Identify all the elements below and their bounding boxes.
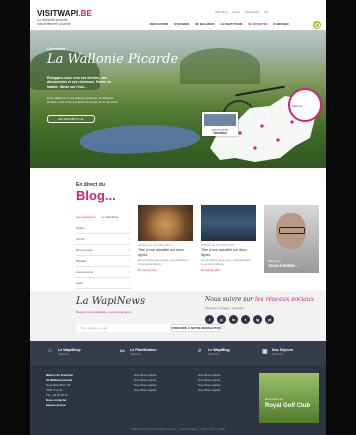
footer-link[interactable]: Nos offres rapides	[134, 373, 157, 377]
footer-legal: © Maison du Tourisme de Wallonie picarde…	[130, 428, 226, 431]
search-icon[interactable]	[313, 21, 321, 29]
post-title[interactable]: Titre d'une actualité sur deux lignes	[201, 248, 256, 257]
featured-portrait-card[interactable]: Rencontre JEAN-PIERRE...	[264, 205, 319, 273]
footer-link[interactable]: Nos offres rapides	[198, 378, 221, 382]
golf-promo-title: Royal Golf Club	[265, 403, 310, 409]
footer-link[interactable]: Nos offres rapides	[134, 383, 157, 387]
nav-item-se-balader[interactable]: SE BALADER	[195, 22, 215, 26]
post-image	[138, 205, 193, 241]
left-backdrop	[0, 0, 30, 435]
linkedin-icon[interactable]: in	[229, 315, 238, 324]
hero-kicker: Découvrir	[47, 46, 66, 51]
site-footer: ⌂ Le WapiShop Découvrir ✂ Le Planificateur D…	[30, 341, 326, 435]
blog-post-card[interactable]: PUBLIÉ LE 21 AVRIL 2017 Titre d'une actu…	[201, 205, 256, 272]
footer-link[interactable]: Nos offres rapides	[198, 388, 221, 392]
footer-shortcut-planner[interactable]: ✂ Le Planificateur Découvrir	[120, 348, 157, 356]
blog-post-card[interactable]: PUBLIÉ LE 29 AVRIL 2017 Titre d'une actu…	[138, 205, 193, 272]
newsletter-title: La WapiNews	[76, 296, 146, 307]
glasses-shape	[279, 227, 305, 234]
map-pin-label: Vous ici	[292, 104, 303, 108]
footer-links-column: Nos offres rapides Nos offres rapides No…	[198, 373, 221, 393]
golf-promo-banner[interactable]: Découvrez le Royal Golf Club	[259, 373, 319, 423]
post-excerpt: Et vel debitur quae ipsos, accullaceaque…	[138, 258, 189, 266]
map-city-card[interactable]: DÉCOUVRIR TOURNAI	[202, 112, 238, 136]
social-title: Nous suivre sur les réseaux sociaux	[205, 296, 315, 303]
youtube-icon[interactable]: yt	[265, 315, 274, 324]
hero-body: Entre Hainaut et ses villages typiques, …	[47, 96, 119, 104]
site-header: VISITWAPI.BE La Wallonie picarde naturell…	[30, 0, 326, 30]
facebook-icon[interactable]: f	[205, 315, 214, 324]
nav-item-wapi-tour[interactable]: LE WAPI TOUR	[221, 22, 243, 26]
nav-item-sevader[interactable]: S'ÉVADER	[174, 22, 189, 26]
stays-icon: ▣	[262, 349, 268, 355]
tab-wapiblog[interactable]: Le Wapiblog	[102, 215, 119, 219]
category-item[interactable]: Nature	[76, 223, 131, 234]
language-switch[interactable]: FR	[264, 10, 268, 14]
category-item[interactable]: Balades	[76, 256, 131, 267]
pinterest-icon[interactable]: p	[217, 315, 226, 324]
newsletter-subtitle: Recevez nos actualités, nos événements..…	[76, 310, 134, 314]
blog-search-icon: ⌕	[198, 348, 202, 354]
planner-icon: ✂	[120, 349, 126, 355]
footer-shortcut-shop[interactable]: ⌂ Le WapiShop Découvrir	[48, 348, 81, 356]
instagram-icon[interactable]: ig	[253, 315, 262, 324]
post-title[interactable]: Titre d'une actualité sur deux lignes	[138, 248, 193, 257]
tab-categories[interactable]: Les catégories	[76, 215, 96, 219]
category-item[interactable]: Découvertes	[76, 245, 131, 256]
category-tabs: Les catégories Le Wapiblog	[76, 215, 131, 219]
hero-more-button[interactable]: EN SAVOIR PLUS	[47, 115, 95, 123]
footer-address: Maison du Tourisme de Wallonie picarde Qu…	[46, 373, 73, 407]
toplink-press[interactable]: Press	[233, 10, 241, 14]
social-subtitle: Partagez, partagez, partagez...	[205, 306, 247, 310]
post-read-more-link[interactable]: En savoir plus	[201, 268, 256, 272]
nav-item-samuser[interactable]: S'AMUSER	[273, 22, 289, 26]
post-date: PUBLIÉ LE 21 AVRIL 2017	[201, 243, 235, 247]
golf-promo-kicker: Découvrez le	[265, 397, 283, 401]
toplink-blog[interactable]: Wiki Blog	[215, 10, 228, 14]
top-links: Wiki Blog Press Newsletter FR	[215, 10, 268, 14]
footer-shortcut-blog[interactable]: ⌕ Le WapiBlog Découvrir	[198, 348, 230, 356]
logo-tagline: La Wallonie picarde naturellement picarde	[37, 18, 71, 26]
nav-item-decouvrir[interactable]: DÉCOUVRIR	[150, 22, 168, 26]
shop-icon: ⌂	[48, 348, 52, 354]
main-nav: DÉCOUVRIR S'ÉVADER SE BALADER LE WAPI TO…	[150, 22, 289, 26]
site-logo[interactable]: VISITWAPI.BE	[37, 9, 92, 18]
footer-shortcut-stays[interactable]: ▣ Nos Séjours Découvrir	[262, 348, 293, 356]
contact-link[interactable]: Nous contacter	[46, 398, 66, 402]
post-image	[201, 205, 256, 241]
featured-name: JEAN-PIERRE...	[268, 263, 299, 268]
hero-lead: Échappez-vous vers ses terroirs, ses déc…	[47, 76, 112, 89]
right-backdrop	[326, 0, 356, 435]
newsletter-subscribe-button[interactable]: S'INSCRIRE À NOTRE NEWSLETTER	[170, 324, 222, 332]
post-date: PUBLIÉ LE 29 AVRIL 2017	[138, 243, 172, 247]
post-read-more-link[interactable]: En savoir plus	[138, 268, 193, 272]
category-item[interactable]: Gastronomie	[76, 267, 131, 278]
footer-link[interactable]: Nos offres rapides	[198, 373, 221, 377]
hero-title: La Wallonie Picarde	[47, 52, 179, 67]
blog-title: Blog...	[76, 188, 116, 203]
blog-categories: Les catégories Le Wapiblog Nature Terroi…	[76, 215, 131, 289]
toplink-newsletter[interactable]: Newsletter	[245, 10, 259, 14]
category-item[interactable]: Terroir	[76, 234, 131, 245]
social-icons: f p in t ig yt	[205, 315, 274, 324]
hero-tree-shape	[180, 48, 260, 84]
web-page: VISITWAPI.BE La Wallonie picarde naturell…	[30, 0, 326, 435]
post-excerpt: Et vel debitur quae ipsos, accullaceaque…	[201, 258, 252, 266]
twitter-icon[interactable]: t	[241, 315, 250, 324]
nav-item-se-divertir[interactable]: SE DIVERTIR	[248, 22, 267, 26]
footer-link[interactable]: Nos offres rapides	[134, 388, 157, 392]
newsletter-email-input[interactable]: Votre adresse e-mail	[76, 324, 176, 332]
newsletter-band: La WapiNews Recevez nos actualités, nos …	[30, 291, 326, 341]
footer-links-column: Nos offres rapides Nos offres rapides No…	[134, 373, 157, 393]
hero-person-shape	[79, 120, 201, 158]
category-item[interactable]: Sortir	[76, 278, 131, 289]
city-card-name: TOURNAI	[213, 131, 227, 135]
press-link[interactable]: Espace presse	[46, 403, 66, 407]
footer-link[interactable]: Nos offres rapides	[198, 383, 221, 387]
city-thumbnail	[204, 114, 236, 126]
footer-link[interactable]: Nos offres rapides	[134, 378, 157, 382]
